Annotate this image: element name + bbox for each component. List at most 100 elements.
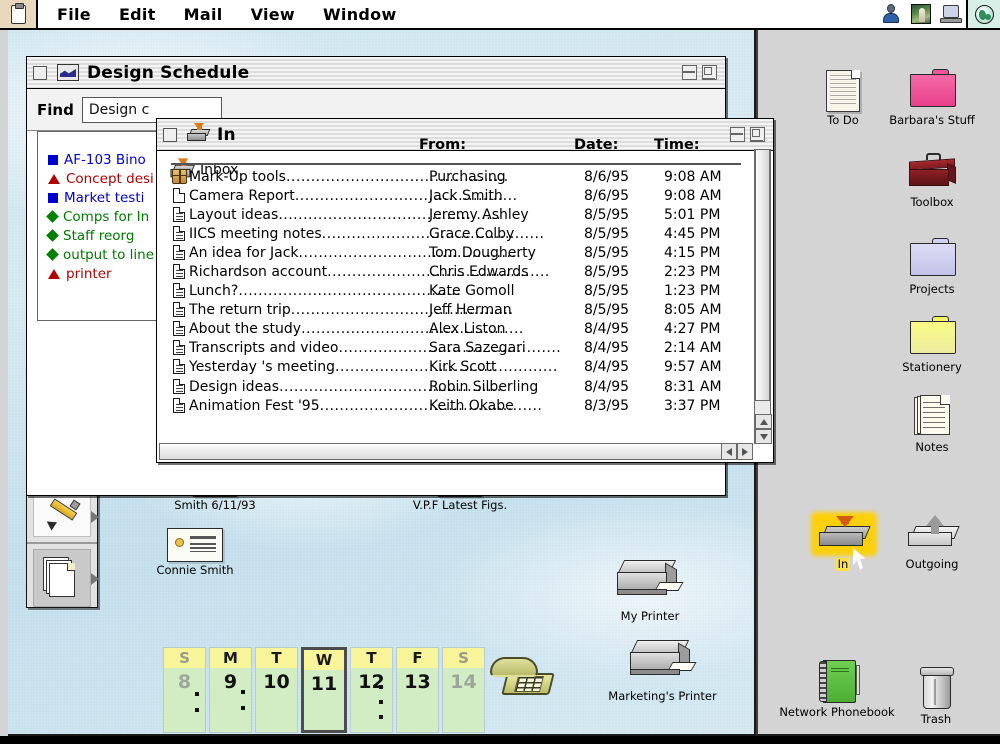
calendar-strip[interactable]: S 8 M 9 T 10 W 11 T 12 F 13 S 14 bbox=[163, 647, 488, 733]
desktop-item-marketings-printer[interactable]: Marketing's Printer bbox=[575, 640, 750, 703]
mail-subject: About the study bbox=[189, 321, 302, 338]
collapse-icon[interactable] bbox=[730, 127, 745, 142]
mail-row[interactable]: Lunch? .................................… bbox=[167, 282, 747, 301]
computer-icon[interactable] bbox=[936, 0, 966, 28]
mail-from: Robin Silberling bbox=[429, 378, 539, 395]
mail-date: 8/4/95 bbox=[584, 378, 630, 395]
mail-from: Jack Smith bbox=[429, 187, 503, 204]
schedule-row-label: output to line bbox=[63, 246, 155, 263]
calendar-day-selected[interactable]: W 11 bbox=[301, 647, 347, 733]
mail-row[interactable]: Transcripts and video ..................… bbox=[167, 339, 747, 358]
dock-item-trash[interactable]: Trash bbox=[882, 665, 990, 726]
schedule-row-label: Staff reorg bbox=[63, 227, 135, 244]
flyout-arrow-icon[interactable] bbox=[91, 511, 99, 523]
menu-file[interactable]: File bbox=[54, 4, 94, 25]
zoom-icon[interactable] bbox=[750, 127, 765, 142]
pencil-tool[interactable] bbox=[33, 495, 99, 537]
scroll-down-arrow-icon[interactable] bbox=[755, 429, 772, 444]
column-header-time[interactable]: Time: bbox=[654, 137, 700, 153]
calendar-dow: T bbox=[256, 648, 297, 668]
calendar-day[interactable]: T 10 bbox=[255, 647, 298, 733]
document-icon bbox=[171, 321, 189, 337]
schedule-row-label: AF-103 Bino bbox=[64, 151, 146, 168]
scrollbar-thumb[interactable] bbox=[755, 149, 770, 401]
toolbox-icon bbox=[906, 148, 958, 194]
folder-yellow-icon bbox=[906, 313, 958, 359]
menu-view[interactable]: View bbox=[248, 4, 298, 25]
menu-bar: File Edit Mail View Window bbox=[0, 0, 1000, 30]
mail-from: Kirk Scott bbox=[429, 359, 497, 376]
dock-label-toolbox: Toolbox bbox=[910, 195, 954, 209]
mail-row[interactable]: Animation Fest '95 .....................… bbox=[167, 396, 747, 415]
person-icon[interactable] bbox=[876, 0, 906, 28]
calendar-dow: W bbox=[304, 650, 344, 670]
dock-item-notes[interactable]: Notes bbox=[878, 393, 986, 454]
dock-item-stationery[interactable]: Stationery bbox=[878, 313, 986, 374]
calendar-day[interactable]: M 9 bbox=[209, 647, 252, 733]
menu-mail[interactable]: Mail bbox=[181, 4, 226, 25]
horizontal-scrollbar[interactable] bbox=[159, 443, 753, 460]
vertical-scrollbar[interactable] bbox=[754, 149, 772, 444]
divider bbox=[27, 542, 97, 544]
calendar-day[interactable]: S 14 bbox=[442, 647, 485, 733]
mail-from: Jeff Herman bbox=[429, 302, 512, 319]
menu-window[interactable]: Window bbox=[320, 4, 400, 25]
calendar-dots-fri bbox=[379, 685, 383, 719]
mail-row[interactable]: An idea for Jack .......................… bbox=[167, 243, 747, 262]
dock-label-trash: Trash bbox=[920, 712, 952, 726]
phonebook-icon bbox=[811, 658, 863, 704]
mail-from: Kate Gomoll bbox=[429, 283, 515, 300]
folder-pink-icon bbox=[906, 66, 958, 112]
scroll-left-arrow-icon[interactable] bbox=[721, 443, 737, 460]
calendar-day[interactable]: T 12 bbox=[350, 647, 393, 733]
scroll-right-arrow-icon[interactable] bbox=[737, 443, 753, 460]
mail-message-list[interactable]: Mark-Up tools ..........................… bbox=[167, 167, 747, 432]
dock-item-projects[interactable]: Projects bbox=[878, 235, 986, 296]
scrollbar-thumb[interactable] bbox=[160, 444, 752, 459]
zoom-icon[interactable] bbox=[702, 65, 717, 80]
mail-date: 8/5/95 bbox=[584, 283, 630, 300]
mail-from: Alex Liston bbox=[429, 321, 506, 338]
close-icon[interactable] bbox=[33, 65, 47, 80]
mail-row[interactable]: Design ideas ...........................… bbox=[167, 377, 747, 396]
menu-edit[interactable]: Edit bbox=[116, 4, 159, 25]
picture-icon[interactable] bbox=[906, 0, 936, 28]
globe-icon[interactable] bbox=[966, 0, 1000, 28]
desktop-item-telephone[interactable] bbox=[487, 655, 567, 701]
calendar-day[interactable]: S 8 bbox=[163, 647, 206, 733]
mail-subject: Animation Fest '95 bbox=[189, 397, 320, 414]
mail-row[interactable]: IICS meeting notes .....................… bbox=[167, 224, 747, 243]
column-header-date[interactable]: Date: bbox=[574, 137, 618, 153]
apple-menu-button[interactable] bbox=[0, 0, 38, 28]
scroll-up-arrow-icon[interactable] bbox=[755, 414, 772, 429]
pages-tool[interactable] bbox=[33, 548, 99, 607]
notepad-icon bbox=[906, 393, 958, 439]
flyout-arrow-icon[interactable] bbox=[91, 572, 99, 585]
schedule-title-bar[interactable]: Design Schedule bbox=[27, 57, 725, 89]
mail-row[interactable]: Camera Report ..........................… bbox=[167, 186, 747, 205]
mail-row[interactable]: Richardson account .....................… bbox=[167, 262, 747, 281]
column-header-from[interactable]: From: bbox=[419, 137, 466, 153]
desktop-item-my-printer[interactable]: My Printer bbox=[575, 560, 725, 623]
mail-time: 2:23 PM bbox=[664, 264, 721, 281]
mail-subject: Mark-Up tools bbox=[189, 168, 286, 185]
mail-row[interactable]: Mark-Up tools ..........................… bbox=[167, 167, 747, 186]
dock-item-toolbox[interactable]: Toolbox bbox=[878, 148, 986, 209]
dock-item-outgoing-tray[interactable]: Outgoing bbox=[878, 510, 986, 571]
mail-time: 9:08 AM bbox=[664, 168, 722, 185]
mail-subject: Richardson account bbox=[189, 264, 328, 281]
close-icon[interactable] bbox=[163, 127, 177, 142]
mail-row[interactable]: The return trip ........................… bbox=[167, 301, 747, 320]
document-icon bbox=[171, 283, 189, 299]
header-divider bbox=[171, 163, 741, 165]
document-icon bbox=[171, 340, 189, 356]
dock-item-barbaras-stuff[interactable]: Barbara's Stuff bbox=[878, 66, 986, 127]
calendar-dow: M bbox=[210, 648, 251, 668]
mail-row[interactable]: Yesterday 's meeting ...................… bbox=[167, 358, 747, 377]
mail-row[interactable]: About the study ........................… bbox=[167, 320, 747, 339]
mail-row[interactable]: Layout ideas ...........................… bbox=[167, 205, 747, 224]
calendar-day[interactable]: F 13 bbox=[396, 647, 439, 733]
collapse-icon[interactable] bbox=[682, 65, 697, 80]
desktop-item-connie-smith[interactable]: Connie Smith bbox=[140, 528, 250, 577]
in-mail-window[interactable]: In Inbox From: Date: Time: Mark-Up tools… bbox=[156, 118, 774, 463]
